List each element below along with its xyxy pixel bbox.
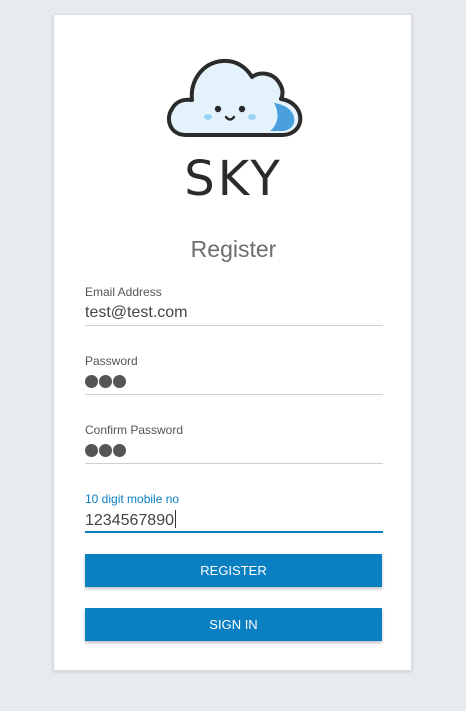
sign-in-button[interactable]: SIGN IN	[85, 608, 382, 641]
brand-name: SKY	[184, 151, 283, 207]
confirm-password-value[interactable]	[85, 444, 126, 457]
password-value[interactable]	[85, 375, 126, 388]
mobile-value-text: 1234567890	[85, 512, 174, 529]
mobile-field[interactable]: 10 digit mobile no 1234567890	[85, 492, 383, 534]
email-label: Email Address	[85, 285, 162, 299]
email-field[interactable]: Email Address test@test.com	[85, 285, 383, 327]
password-dot	[99, 444, 112, 457]
mobile-label: 10 digit mobile no	[85, 492, 180, 506]
password-underline	[85, 394, 383, 395]
password-dot	[85, 444, 98, 457]
register-card: SKY Register Email Address test@test.com…	[53, 14, 412, 671]
mobile-value[interactable]: 1234567890	[85, 510, 176, 531]
password-dot	[113, 375, 126, 388]
text-caret	[174, 510, 176, 528]
email-value[interactable]: test@test.com	[85, 303, 188, 323]
register-button[interactable]: REGISTER	[85, 554, 382, 587]
mobile-underline	[85, 531, 383, 533]
confirm-password-field[interactable]: Confirm Password	[85, 423, 383, 465]
email-underline	[85, 325, 383, 326]
page-title: Register	[190, 236, 277, 262]
password-dot	[99, 375, 112, 388]
password-label: Password	[85, 354, 138, 368]
password-dot	[113, 444, 126, 457]
confirm-password-label: Confirm Password	[85, 423, 184, 437]
confirm-password-underline	[85, 463, 383, 464]
password-dot	[85, 375, 98, 388]
password-field[interactable]: Password	[85, 354, 383, 396]
smiling-cloud-icon	[166, 58, 303, 137]
